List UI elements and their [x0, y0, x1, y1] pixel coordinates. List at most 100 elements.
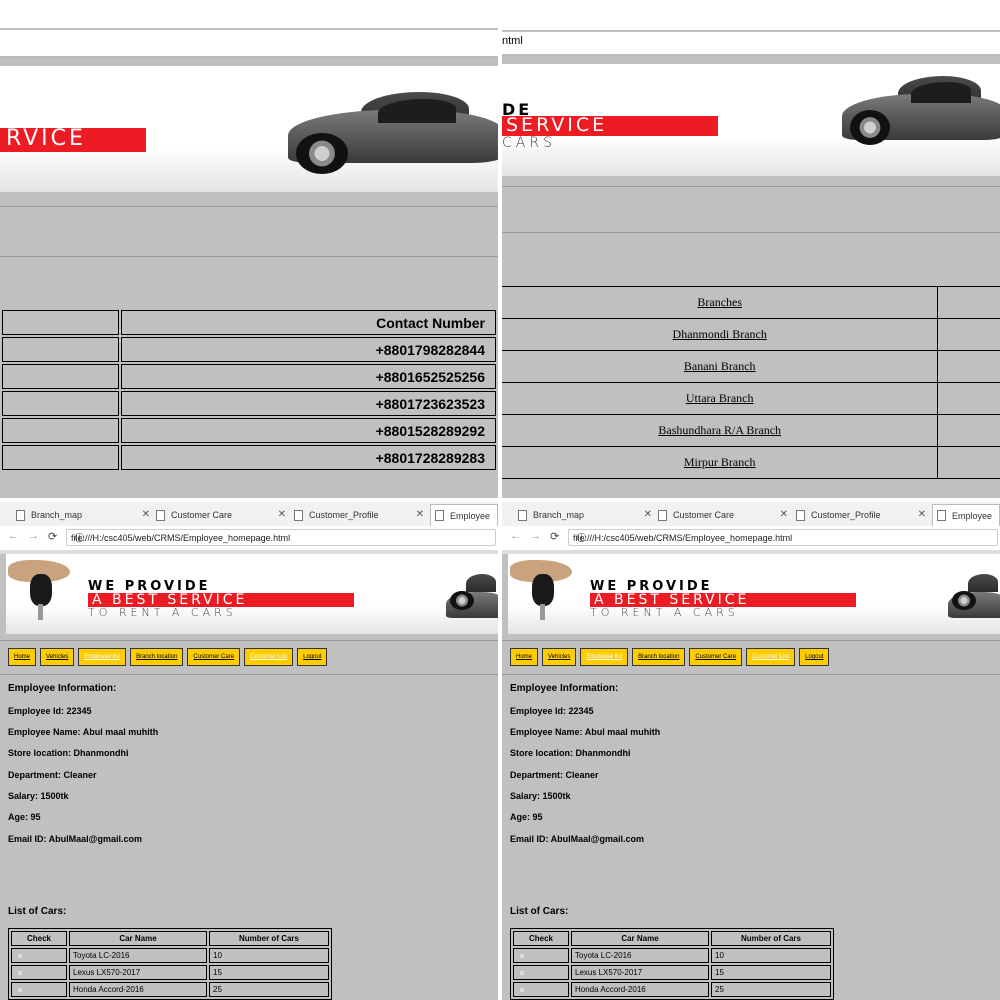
employee-department: Department: Cleaner	[510, 770, 599, 780]
address-strip	[0, 30, 498, 58]
row-checkbox[interactable]	[520, 954, 524, 958]
tab-branch-map[interactable]: Branch_map ✕	[16, 504, 156, 526]
main-menu: Home Vehicles Employee list Branch locat…	[8, 648, 328, 666]
menu-employee-list-button[interactable]: Employee list	[78, 648, 127, 666]
banner-service-text: SERVICE	[502, 116, 718, 136]
car-count: 10	[711, 948, 831, 963]
tab-customer-profile[interactable]: Customer_Profile ✕	[796, 504, 932, 526]
banner-service-text: A BEST SERVICE	[590, 593, 856, 607]
contact-number: +8801528289292	[121, 418, 496, 443]
menu-vehicles-button[interactable]: Vehicles	[40, 648, 75, 666]
reload-icon[interactable]: ⟳	[48, 530, 57, 543]
browser-top-strip	[502, 0, 1000, 31]
banner-service-text: A BEST SERVICE	[88, 593, 354, 607]
employee-id: Employee Id: 22345	[8, 706, 92, 716]
branches-header[interactable]: Branches	[502, 286, 938, 319]
menu-vehicles-button[interactable]: Vehicles	[542, 648, 577, 666]
employee-info-heading: Employee Information:	[8, 683, 117, 694]
menu-branch-location-button[interactable]: Branch location	[632, 648, 686, 666]
menu-employee-list-button[interactable]: Employee list	[580, 648, 629, 666]
menu-home-button[interactable]: Home	[8, 648, 37, 666]
menu-logout-button[interactable]: Logout	[799, 648, 830, 666]
employee-email: Email ID: AbulMaal@gmail.com	[8, 834, 142, 844]
forward-icon[interactable]: →	[530, 530, 541, 542]
column-header-check: Check	[513, 931, 569, 946]
url-text: file:///H:/csc405/web/CRMS/Employee_home…	[71, 533, 291, 543]
branch-link[interactable]: Mirpur Branch	[502, 446, 938, 479]
table-row: Dhanmondi Branch	[502, 318, 1000, 351]
banner: DE SERVICE CARS	[502, 64, 1000, 176]
tab-label: Customer Care	[673, 510, 735, 520]
tab-bar: Branch_map ✕ Customer Care ✕ Customer_Pr…	[502, 502, 1000, 527]
reload-icon[interactable]: ⟳	[550, 530, 559, 543]
column-header-check: Check	[11, 931, 67, 946]
table-row: +8801723623523	[2, 391, 496, 416]
back-icon[interactable]: ←	[510, 530, 521, 542]
forward-icon[interactable]: →	[28, 530, 39, 542]
back-icon[interactable]: ←	[8, 530, 19, 542]
close-icon[interactable]: ✕	[780, 509, 788, 520]
screenshot-branches-page: ntml DE SERVICE CARS Branches Dhanmondi …	[502, 0, 1000, 498]
branch-link[interactable]: Banani Branch	[502, 350, 938, 383]
close-icon[interactable]: ✕	[142, 509, 150, 520]
row-checkbox[interactable]	[520, 971, 524, 975]
page-icon	[156, 509, 165, 521]
row-checkbox[interactable]	[18, 988, 22, 992]
row-checkbox[interactable]	[18, 971, 22, 975]
tab-customer-profile[interactable]: Customer_Profile ✕	[294, 504, 430, 526]
tab-employee[interactable]: Employee	[932, 504, 1000, 526]
menu-logout-button[interactable]: Logout	[297, 648, 328, 666]
table-row: Bashundhara R/A Branch	[502, 414, 1000, 447]
cars-table: Check Car Name Number of Cars Toyota LC-…	[510, 928, 834, 1000]
banner-rent-text: TO RENT A CARS	[88, 606, 237, 619]
check-cell	[11, 948, 67, 963]
row-checkbox[interactable]	[520, 988, 524, 992]
cars-heading: List of Cars:	[8, 906, 67, 917]
employee-name: Employee Name: Abul maal muhith	[8, 727, 159, 737]
screenshot-employee-page: Branch_map ✕ Customer Care ✕ Customer_Pr…	[0, 502, 498, 1000]
tab-label: Branch_map	[533, 510, 585, 520]
tab-customer-care[interactable]: Customer Care ✕	[658, 504, 794, 526]
check-cell	[513, 948, 569, 963]
close-icon[interactable]: ✕	[278, 509, 286, 520]
url-text: ntml	[502, 35, 523, 47]
branch-link[interactable]: Dhanmondi Branch	[502, 318, 938, 351]
table-row: Toyota LC-2016 10	[513, 948, 831, 963]
tab-customer-care[interactable]: Customer Care ✕	[156, 504, 292, 526]
column-header-car-name: Car Name	[571, 931, 709, 946]
close-icon[interactable]: ✕	[918, 509, 926, 520]
close-icon[interactable]: ✕	[644, 509, 652, 520]
table-cell	[2, 310, 120, 335]
banner: WE PROVIDE A BEST SERVICE TO RENT A CARS	[6, 554, 498, 634]
menu-customer-care-button[interactable]: Customer Care	[187, 648, 241, 666]
menu-home-button[interactable]: Home	[510, 648, 539, 666]
tab-branch-map[interactable]: Branch_map ✕	[518, 504, 658, 526]
table-row: +8801528289292	[2, 418, 496, 443]
table-row: Toyota LC-2016 10	[11, 948, 329, 963]
employee-info-heading: Employee Information:	[510, 683, 619, 694]
branches-table: Branches Dhanmondi Branch Banani Branch …	[502, 286, 1000, 479]
url-input[interactable]: ⓘ file:///H:/csc405/web/CRMS/Employee_hom…	[568, 529, 998, 546]
table-cell	[2, 337, 120, 362]
screenshot-employee-page: Branch_map ✕ Customer Care ✕ Customer_Pr…	[502, 502, 1000, 1000]
page-icon	[294, 509, 303, 521]
branch-link[interactable]: Bashundhara R/A Branch	[502, 414, 938, 447]
url-input[interactable]: ⓘ file:///H:/csc405/web/CRMS/Employee_hom…	[66, 529, 496, 546]
row-checkbox[interactable]	[18, 954, 22, 958]
menu-branch-location-button[interactable]: Branch location	[130, 648, 184, 666]
branch-link[interactable]: Uttara Branch	[502, 382, 938, 415]
employee-age: Age: 95	[8, 812, 41, 822]
car-name: Honda Accord-2016	[571, 982, 709, 997]
tab-employee[interactable]: Employee	[430, 504, 498, 526]
contact-table: Contact Number +8801798282844 +880165252…	[0, 308, 498, 472]
close-icon[interactable]: ✕	[416, 509, 424, 520]
car-count: 10	[209, 948, 329, 963]
table-row: Mirpur Branch	[502, 446, 1000, 479]
car-image	[948, 574, 1000, 618]
employee-email: Email ID: AbulMaal@gmail.com	[510, 834, 644, 844]
menu-customer-list-button[interactable]: Customer List	[746, 648, 796, 666]
page-icon	[937, 510, 946, 521]
column-header-car-name: Car Name	[69, 931, 207, 946]
menu-customer-care-button[interactable]: Customer Care	[689, 648, 743, 666]
menu-customer-list-button[interactable]: Customer List	[244, 648, 294, 666]
